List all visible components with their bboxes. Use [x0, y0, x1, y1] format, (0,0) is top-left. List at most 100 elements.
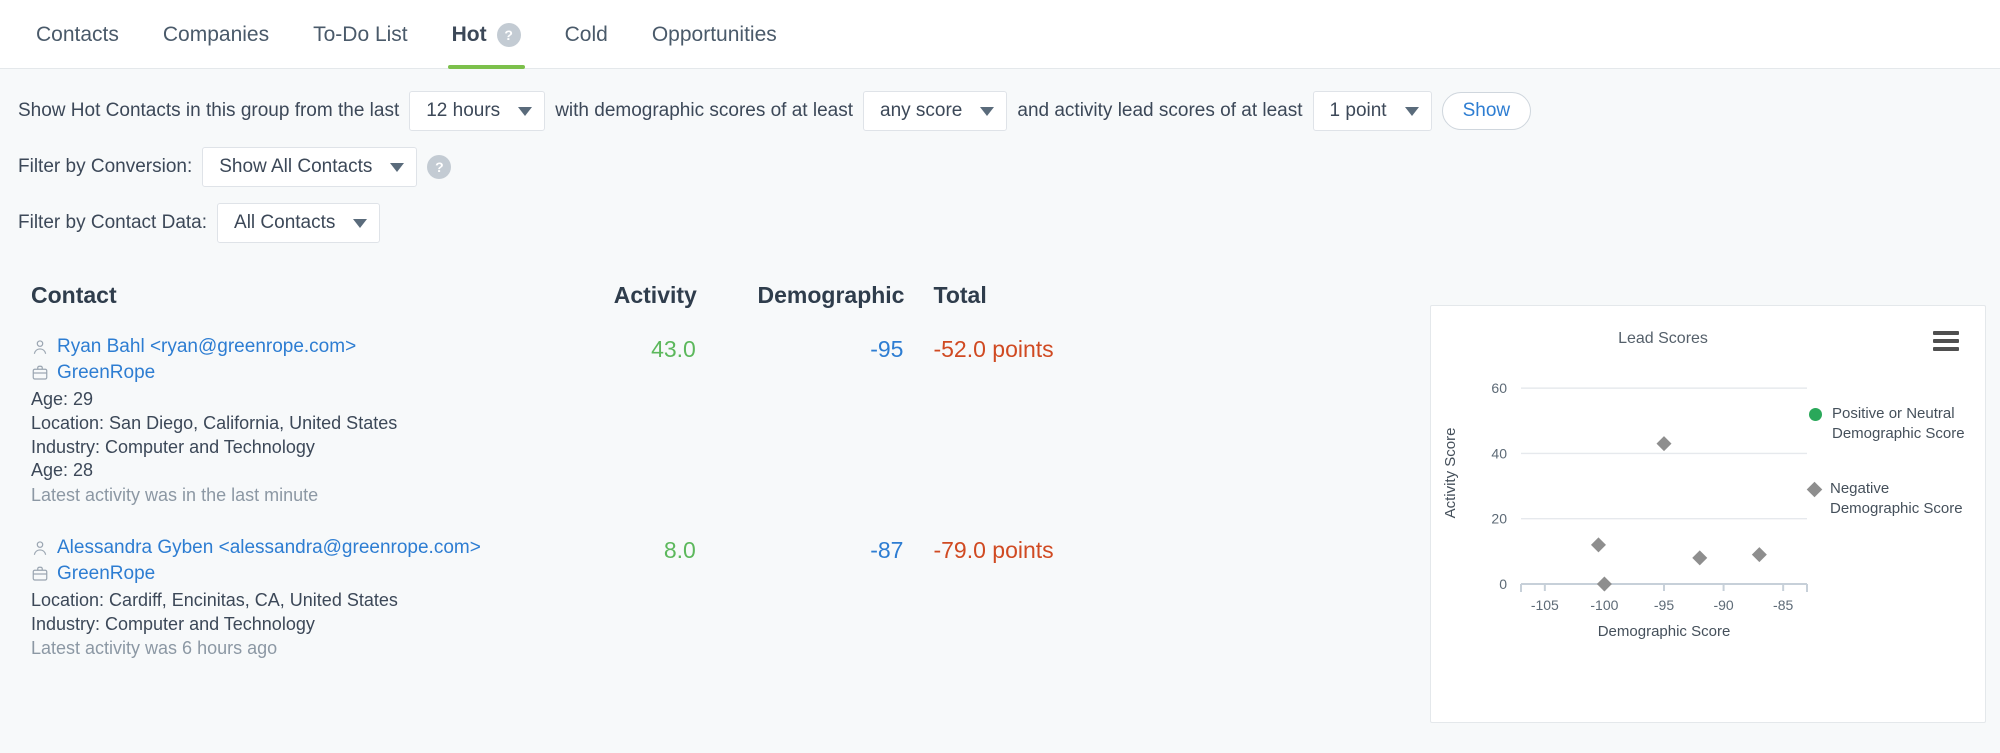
x-axis-tick-label: -105 — [1531, 597, 1559, 613]
chart-title: Lead Scores — [1618, 330, 1708, 347]
data-point[interactable] — [1692, 550, 1708, 566]
demographic-score-value: -95 — [870, 336, 904, 362]
contact-latest-activity: Latest activity was in the last minute — [31, 485, 319, 505]
filter-row-timeframe: Show Hot Contacts in this group from the… — [18, 91, 2000, 131]
briefcase-icon — [31, 565, 49, 583]
contacts-table-wrap: Contact Activity Demographic Total Ryan … — [0, 281, 1420, 689]
nav-tab-opportunities[interactable]: Opportunities — [630, 0, 799, 69]
contact-company: GreenRope — [31, 362, 557, 384]
activity-score-select[interactable]: 1 point — [1312, 91, 1432, 131]
column-header-activity: Activity — [613, 282, 697, 308]
contact-name-link[interactable]: Alessandra Gyben <alessandra@greenrope.c… — [57, 537, 481, 559]
table-row: Ryan Bahl <ryan@greenrope.com> GreenRope… — [30, 335, 1130, 536]
conversion-select-value: Show All Contacts — [219, 156, 373, 177]
contact-meta: Location: Cardiff, Encinitas, CA, United… — [31, 589, 398, 634]
conversion-select[interactable]: Show All Contacts — [202, 147, 418, 187]
briefcase-icon — [31, 364, 49, 382]
activity-score-value: 8.0 — [663, 536, 696, 563]
total-score-value: -79.0 points — [933, 536, 1054, 563]
x-axis-tick-label: -85 — [1773, 597, 1793, 613]
y-axis-tick-label: 40 — [1491, 445, 1507, 461]
help-icon[interactable]: ? — [496, 22, 521, 47]
nav-tab-label: Contacts — [36, 22, 119, 46]
diamond-marker-icon — [1806, 481, 1823, 497]
nav-tab-contacts[interactable]: Contacts — [14, 0, 141, 69]
filter-suffix-label: and activity lead scores of at least — [1017, 100, 1303, 121]
person-icon — [31, 539, 49, 557]
contacts-table: Contact Activity Demographic Total Ryan … — [30, 281, 1130, 689]
nav-tab-label: Companies — [162, 22, 270, 46]
chevron-down-icon — [353, 218, 368, 228]
filter-row-contact-data: Filter by Contact Data: All Contacts — [18, 203, 2000, 243]
y-axis-title: Activity Score — [1442, 428, 1459, 519]
legend-label: Positive or Neutral Demographic Score — [1832, 405, 1965, 443]
filter-panel: Show Hot Contacts in this group from the… — [0, 69, 2000, 243]
menu-icon-bar — [1933, 331, 1959, 335]
person-icon — [31, 338, 49, 356]
chevron-down-icon — [390, 162, 405, 172]
timeframe-select-value: 12 hours — [426, 100, 501, 121]
contact-name: Ryan Bahl <ryan@greenrope.com> — [31, 336, 557, 358]
nav-tab-label: Hot — [451, 22, 487, 46]
menu-icon-bar — [1933, 339, 1959, 343]
lead-scores-chart-card: Lead Scores 0 20 40 60 -105 -100 -95 -90 -85 Demo… — [1430, 305, 1986, 723]
total-score-value: -52.0 points — [933, 336, 1054, 362]
filter-by-contact-data-label: Filter by Contact Data: — [18, 212, 208, 233]
contact-company-link[interactable]: GreenRope — [57, 563, 155, 585]
demographic-score-select[interactable]: any score — [863, 91, 1008, 131]
contacts-table-body: Ryan Bahl <ryan@greenrope.com> GreenRope… — [30, 335, 1130, 689]
contact-latest-activity: Latest activity was 6 hours ago — [31, 638, 278, 659]
main-nav: Contacts Companies To-Do List Hot ? Cold… — [0, 0, 2000, 69]
menu-icon-bar — [1933, 347, 1959, 351]
demographic-score-value: -87 — [870, 536, 904, 563]
legend-label: Negative Demographic Score — [1830, 479, 1963, 517]
nav-tab-label: Opportunities — [651, 22, 777, 46]
y-axis-tick-label: 0 — [1499, 576, 1507, 592]
data-point[interactable] — [1596, 576, 1612, 592]
filter-row-conversion: Filter by Conversion: Show All Contacts … — [18, 147, 2000, 187]
column-header-contact: Contact — [31, 282, 117, 308]
legend-item-negative[interactable]: Negative Demographic Score — [1806, 479, 1979, 520]
data-point[interactable] — [1751, 547, 1767, 563]
activity-score-value: 43.0 — [651, 336, 696, 362]
contact-name-link[interactable]: Ryan Bahl <ryan@greenrope.com> — [57, 336, 356, 358]
x-axis-tick-label: -95 — [1654, 597, 1674, 613]
x-axis-title: Demographic Score — [1598, 623, 1731, 640]
nav-tab-companies[interactable]: Companies — [141, 0, 291, 69]
x-axis-tick-label: -90 — [1713, 597, 1733, 613]
data-point[interactable] — [1656, 436, 1672, 452]
contact-company: GreenRope — [31, 563, 557, 585]
chevron-down-icon — [980, 106, 995, 116]
contact-name: Alessandra Gyben <alessandra@greenrope.c… — [31, 537, 557, 559]
contact-data-select[interactable]: All Contacts — [217, 203, 381, 243]
contact-cell: Ryan Bahl <ryan@greenrope.com> GreenRope… — [30, 335, 558, 536]
chevron-down-icon — [518, 106, 533, 116]
nav-tab-cold[interactable]: Cold — [543, 0, 630, 69]
y-axis-tick-label: 20 — [1491, 511, 1507, 527]
filter-by-conversion-label: Filter by Conversion: — [18, 156, 193, 177]
x-axis-tick-label: -100 — [1590, 597, 1618, 613]
table-header-row: Contact Activity Demographic Total — [30, 281, 1130, 335]
column-header-demographic: Demographic — [757, 282, 905, 308]
demographic-score-select-value: any score — [880, 100, 963, 121]
contact-cell: Alessandra Gyben <alessandra@greenrope.c… — [30, 536, 558, 689]
filter-mid-label: with demographic scores of at least — [555, 100, 853, 121]
filter-prefix-label: Show Hot Contacts in this group from the… — [18, 100, 400, 121]
nav-tab-hot[interactable]: Hot ? — [430, 0, 543, 69]
contact-company-link[interactable]: GreenRope — [57, 362, 155, 384]
column-header-total: Total — [933, 282, 987, 308]
y-axis-tick-label: 60 — [1491, 380, 1507, 396]
contact-data-select-value: All Contacts — [234, 212, 336, 233]
nav-tab-to-do-list[interactable]: To-Do List — [291, 0, 430, 69]
menu-icon[interactable] — [1933, 331, 1959, 351]
legend-item-positive[interactable]: Positive or Neutral Demographic Score — [1809, 404, 1979, 445]
table-row: Alessandra Gyben <alessandra@greenrope.c… — [30, 536, 1130, 689]
data-point[interactable] — [1590, 537, 1606, 553]
help-icon[interactable]: ? — [427, 155, 452, 179]
chevron-down-icon — [1404, 106, 1419, 116]
show-button[interactable]: Show — [1441, 92, 1532, 130]
activity-score-select-value: 1 point — [1329, 100, 1387, 121]
chart-legend: Positive or Neutral Demographic Score Ne… — [1806, 404, 1979, 553]
timeframe-select[interactable]: 12 hours — [409, 91, 546, 131]
nav-tab-label: Cold — [564, 22, 608, 46]
